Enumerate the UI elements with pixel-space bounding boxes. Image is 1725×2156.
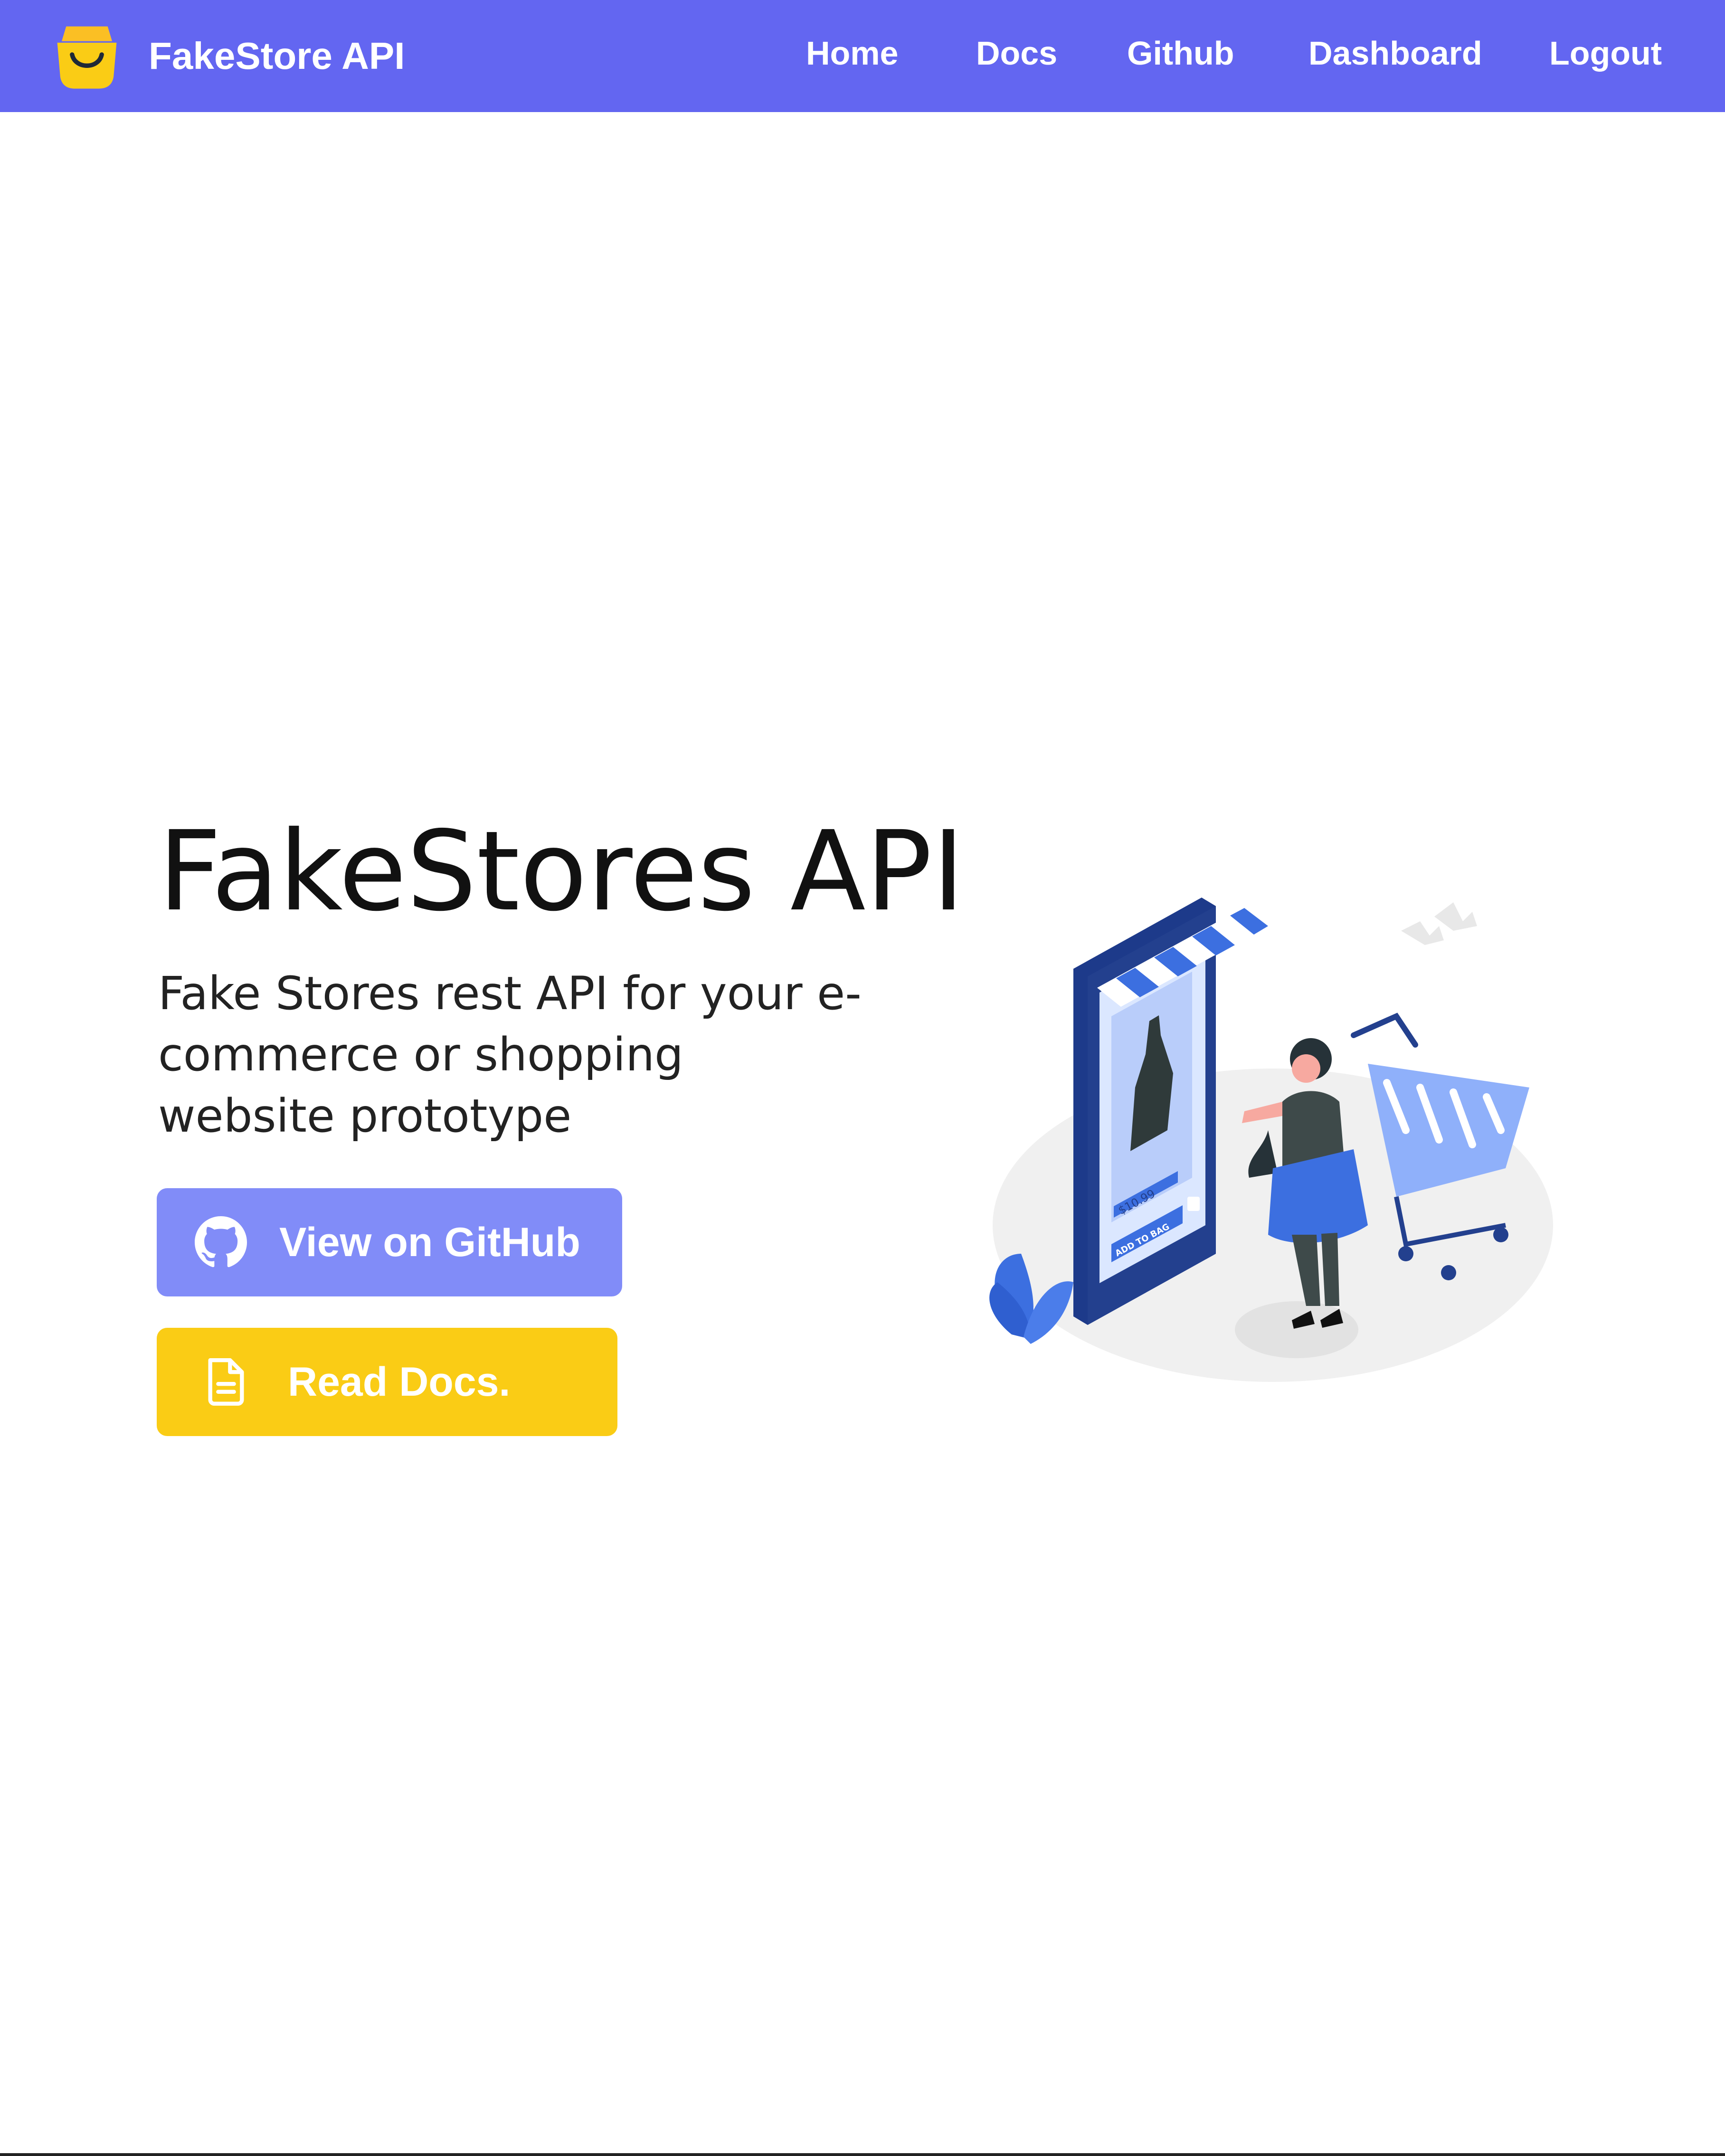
nav-link-dashboard[interactable]: Dashboard [1308,30,1482,76]
shopping-bag-smile-icon [57,26,117,89]
github-icon [195,1216,247,1267]
brand-link[interactable]: FakeStore API [50,19,405,93]
navbar: FakeStore API Home Docs Github Dashboard… [0,0,1725,112]
birds-icon [1401,902,1477,945]
nav-link-home[interactable]: Home [806,30,898,76]
brand-name: FakeStore API [149,35,405,77]
hero-subtitle: Fake Stores rest API for your e-commerce… [158,967,862,1143]
nav-link-docs[interactable]: Docs [976,30,1057,76]
read-docs-label: Read Docs. [288,1359,511,1405]
shopping-illustration: $10.99 ADD TO BAG [989,898,1553,1382]
page-bottom-border [0,2153,1725,2156]
view-on-github-label: View on GitHub [279,1219,580,1265]
view-on-github-button[interactable]: View on GitHub [157,1188,622,1296]
read-docs-button[interactable]: Read Docs. [157,1328,617,1436]
document-icon [208,1358,244,1406]
nav-link-logout[interactable]: Logout [1549,30,1662,76]
nav-link-github[interactable]: Github [1127,30,1234,76]
hero-title: FakeStores API [158,807,965,936]
